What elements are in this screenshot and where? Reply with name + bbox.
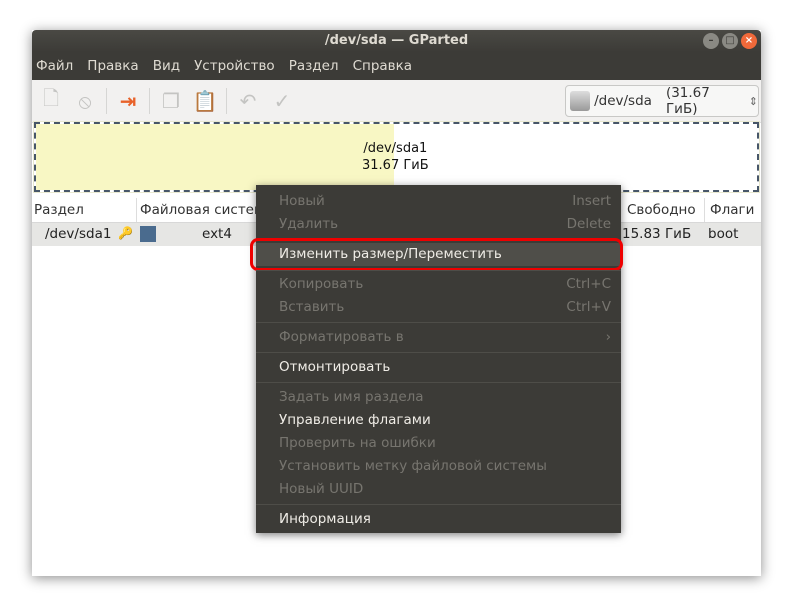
filesystem-color-swatch — [140, 226, 156, 242]
menu-item-label: Задать имя раздела — [279, 389, 424, 405]
menu-separator — [256, 270, 621, 271]
menu-item-shortcut: Ctrl+V — [566, 299, 611, 315]
menu-bar: Файл Правка Вид Устройство Раздел Справк… — [32, 52, 761, 80]
submenu-arrow-icon: › — [605, 329, 611, 345]
separator — [226, 88, 227, 114]
spinner-arrows-icon: ⇕ — [748, 94, 758, 108]
context-menu: Новый Insert Удалить Delete Изменить разме… — [250, 185, 623, 533]
menu-item-new-uuid[interactable]: Новый UUID — [256, 478, 621, 501]
cell-partition: /dev/sda1 — [45, 226, 112, 242]
menu-item-name-partition[interactable]: Задать имя раздела — [256, 386, 621, 409]
menu-item-label: Управление флагами — [279, 412, 431, 428]
hard-disk-icon — [570, 91, 591, 111]
partition-graph[interactable]: /dev/sda1 31.67 ГиБ — [33, 121, 760, 193]
menu-item-label: Новый — [279, 193, 325, 209]
header-free[interactable]: Свободно — [627, 202, 696, 218]
paste-icon[interactable]: 📋 — [192, 88, 218, 114]
copy-icon[interactable]: ❐ — [158, 88, 184, 114]
header-filesystem[interactable]: Файловая систем — [140, 202, 264, 218]
menu-item-label: Форматировать в — [279, 329, 404, 345]
apply-icon[interactable]: ✓ — [269, 88, 295, 114]
menu-item-copy[interactable]: Копировать Ctrl+C — [256, 273, 621, 296]
graph-partition-size: 31.67 ГиБ — [362, 158, 429, 173]
cell-filesystem: ext4 — [202, 226, 232, 242]
menu-item-check[interactable]: Проверить на ошибки — [256, 432, 621, 455]
menu-help[interactable]: Справка — [353, 58, 412, 74]
menu-item-paste[interactable]: Вставить Ctrl+V — [256, 296, 621, 319]
highlight-ring — [250, 238, 623, 271]
menu-file[interactable]: Файл — [36, 58, 73, 74]
menu-item-label-fs[interactable]: Установить метку файловой системы — [256, 455, 621, 478]
menu-item-delete[interactable]: Удалить Delete — [256, 213, 621, 236]
device-name: /dev/sda — [594, 93, 652, 109]
close-icon[interactable]: × — [741, 33, 757, 49]
menu-separator — [256, 382, 621, 383]
menu-item-unmount[interactable]: Отмонтировать — [256, 356, 621, 379]
menu-partition[interactable]: Раздел — [289, 58, 339, 74]
menu-item-shortcut: Delete — [566, 216, 611, 232]
menu-item-new[interactable]: Новый Insert — [256, 190, 621, 213]
menu-item-label: Копировать — [279, 276, 364, 292]
menu-item-resize-move[interactable]: Изменить размер/Переместить — [250, 238, 623, 271]
menu-device[interactable]: Устройство — [194, 58, 275, 74]
cell-flags: boot — [708, 226, 739, 242]
separator — [106, 88, 107, 114]
title-bar: /dev/sda — GParted – □ × — [32, 30, 761, 52]
menu-edit[interactable]: Правка — [87, 58, 138, 74]
device-size: (31.67 ГиБ) — [665, 85, 710, 117]
delete-icon[interactable]: ⦸ — [72, 88, 98, 114]
new-partition-icon[interactable]: 🗋 — [38, 86, 64, 114]
key-icon: 🔑 — [118, 226, 133, 240]
menu-separator — [256, 352, 621, 353]
minimize-icon[interactable]: – — [703, 33, 719, 49]
toolbar: 🗋 ⦸ ⇥ ❐ 📋 ↶ ✓ /dev/sda (31.67 ГиБ) ⇕ — [32, 80, 761, 123]
menu-item-manage-flags[interactable]: Управление флагами — [256, 409, 621, 432]
undo-icon[interactable]: ↶ — [235, 88, 261, 114]
menu-item-label: Установить метку файловой системы — [279, 458, 547, 474]
menu-separator — [256, 504, 621, 505]
maximize-icon[interactable]: □ — [722, 33, 738, 49]
used-space-bar — [36, 124, 394, 190]
menu-item-label: Новый UUID — [279, 481, 364, 497]
menu-item-label: Удалить — [279, 216, 339, 232]
header-partition[interactable]: Раздел — [34, 202, 84, 218]
header-flags[interactable]: Флаги — [710, 202, 754, 218]
menu-view[interactable]: Вид — [153, 58, 180, 74]
menu-separator — [256, 322, 621, 323]
menu-item-shortcut: Ctrl+C — [566, 276, 611, 292]
menu-item-information[interactable]: Информация — [256, 508, 621, 531]
separator — [149, 88, 150, 114]
graph-partition-name: /dev/sda1 — [363, 141, 428, 156]
window-title: /dev/sda — GParted — [324, 33, 469, 48]
cell-free: 15.83 ГиБ — [622, 226, 692, 242]
menu-item-label: Информация — [279, 511, 371, 527]
menu-item-label: Проверить на ошибки — [279, 435, 436, 451]
menu-item-label: Отмонтировать — [279, 359, 391, 375]
menu-item-shortcut: Insert — [572, 193, 611, 209]
resize-move-icon[interactable]: ⇥ — [115, 88, 141, 114]
menu-item-label: Вставить — [279, 299, 345, 315]
device-selector[interactable]: /dev/sda (31.67 ГиБ) ⇕ — [565, 85, 759, 117]
menu-item-format[interactable]: Форматировать в › — [256, 326, 621, 349]
